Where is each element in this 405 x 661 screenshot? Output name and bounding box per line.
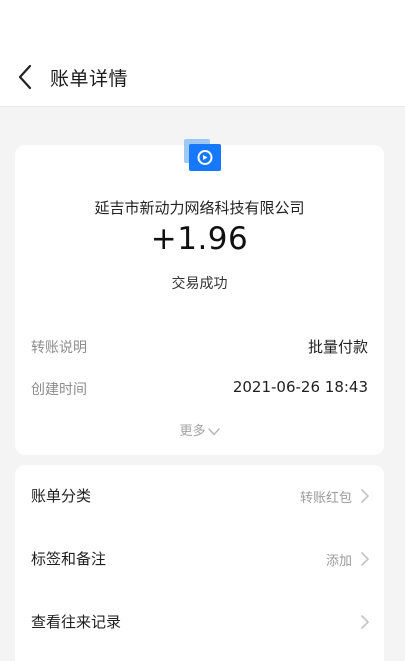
- merchant-name: 延吉市新动力网络科技有限公司: [94, 199, 305, 217]
- action-value: 添加: [325, 554, 352, 569]
- chevron-down-icon: [207, 427, 220, 435]
- transaction-status: 交易成功: [171, 276, 228, 292]
- detail-row-created-time: 创建时间 2021-06-26 18:43: [15, 377, 384, 401]
- chevron-left-icon[interactable]: [14, 62, 38, 92]
- chevron-right-icon: [361, 489, 369, 503]
- action-label: 查看往来记录: [31, 613, 122, 631]
- detail-row-transfer-note: 转账说明 批量付款: [15, 335, 384, 359]
- bill-summary-card: 延吉市新动力网络科技有限公司 +1.96 交易成功 转账说明 批量付款 创建时间…: [15, 139, 384, 455]
- chevron-right-icon: [361, 615, 369, 629]
- header-bar: 账单详情: [0, 0, 405, 107]
- chevron-right-icon: [361, 552, 369, 566]
- alipay-transfer-icon: [184, 139, 221, 171]
- action-value: 转账红包: [299, 491, 352, 506]
- detail-label: 转账说明: [31, 340, 87, 356]
- detail-value: 2021-06-26 18:43: [232, 378, 368, 396]
- more-button[interactable]: 更多: [15, 420, 384, 439]
- action-view-history[interactable]: 查看往来记录: [15, 607, 384, 637]
- bill-actions-card: 账单分类 转账红包 标签和备注 添加 查看往来记录: [15, 465, 384, 661]
- action-label: 账单分类: [31, 487, 92, 505]
- more-label: 更多: [179, 424, 206, 439]
- action-bill-category[interactable]: 账单分类 转账红包: [15, 481, 384, 511]
- page-title: 账单详情: [50, 68, 129, 90]
- transaction-amount: +1.96: [150, 221, 249, 257]
- action-label: 标签和备注: [31, 550, 107, 568]
- detail-label: 创建时间: [31, 382, 87, 398]
- detail-value: 批量付款: [307, 338, 368, 356]
- action-tags-notes[interactable]: 标签和备注 添加: [15, 544, 384, 574]
